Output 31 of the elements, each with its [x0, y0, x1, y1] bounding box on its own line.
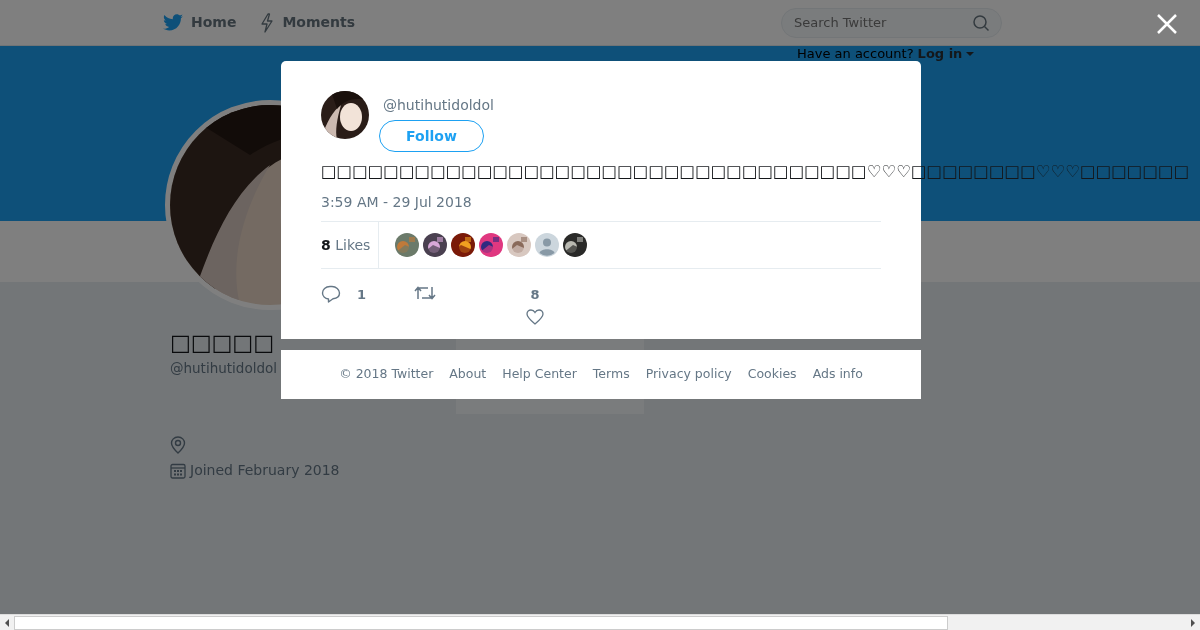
like-count: 8 — [530, 286, 540, 304]
profile-handle: @hutihutidoldol — [170, 359, 277, 379]
calendar-icon — [170, 462, 186, 479]
joined-date: Joined February 2018 — [190, 461, 340, 481]
caret-icon — [966, 50, 975, 57]
profile-name: □□□□□ — [170, 330, 275, 357]
footer-link[interactable]: Help Center — [502, 365, 577, 384]
nav-link[interactable]: Moments — [260, 12, 356, 33]
search-icon — [972, 13, 990, 32]
heart-icon[interactable] — [526, 308, 545, 325]
footer-link[interactable]: Privacy policy — [645, 365, 732, 384]
account-prompt: Have an account? — [797, 45, 914, 63]
reply-icon[interactable] — [321, 285, 341, 303]
nav-link[interactable]: Home — [163, 12, 237, 33]
footer-link[interactable]: Terms — [592, 365, 630, 384]
footer-link[interactable]: Ads info — [812, 365, 863, 384]
footer-link[interactable]: Cookies — [747, 365, 797, 384]
lightning-icon — [260, 12, 275, 33]
reply-count: 1 — [357, 286, 367, 304]
close-icon[interactable] — [1155, 12, 1179, 36]
follow-button[interactable]: Follow — [379, 120, 484, 152]
retweet-icon[interactable] — [414, 285, 437, 301]
footer-link[interactable]: About — [449, 365, 487, 384]
likes-count[interactable]: 8 Likes — [321, 234, 371, 256]
user-handle[interactable]: @hutihutidoldol — [383, 95, 494, 116]
copyright-text: © 2018 Twitter — [339, 365, 434, 384]
location-icon — [170, 435, 186, 454]
bird-icon — [163, 14, 183, 31]
tweet-timestamp: 3:59 AM - 29 Jul 2018 — [321, 193, 473, 212]
search-field[interactable]: Search Twitter — [781, 7, 1002, 38]
horizontal-scrollbar[interactable] — [0, 614, 1200, 630]
